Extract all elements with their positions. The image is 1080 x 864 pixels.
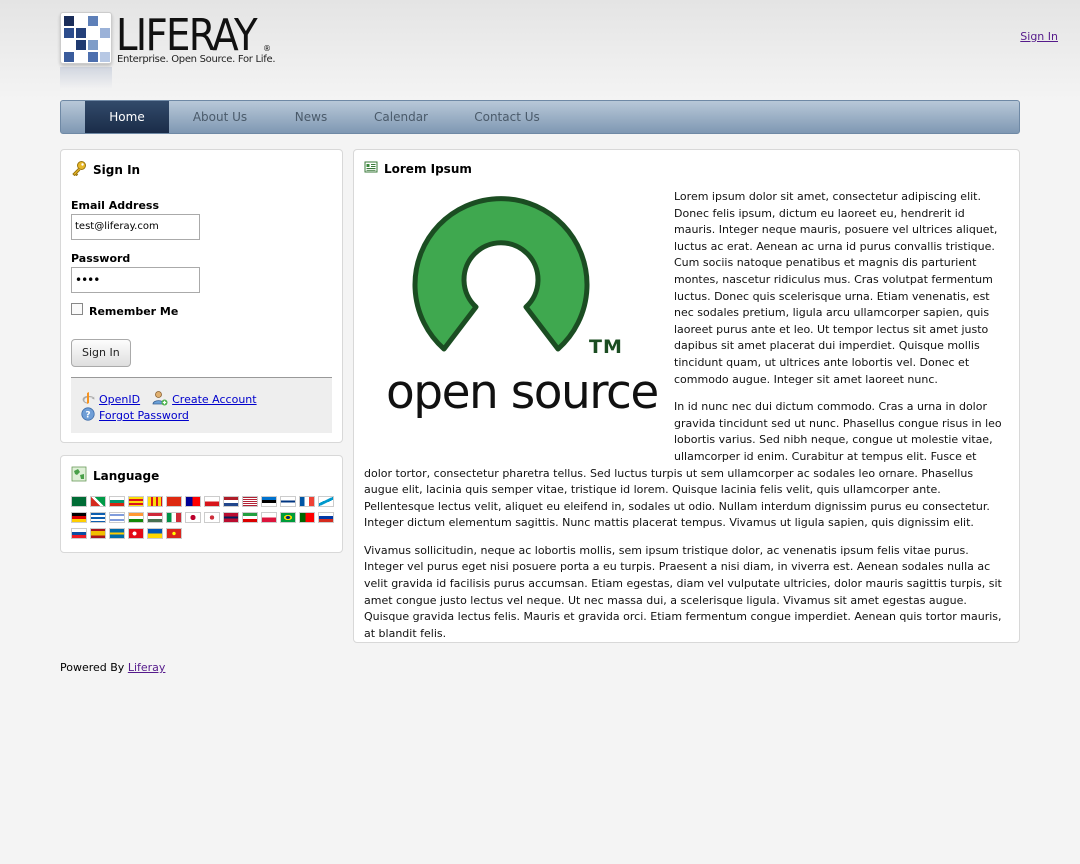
nav-item-contact-us[interactable]: Contact Us [465,101,549,133]
sign-in-portlet-title: Sign In [71,160,140,179]
liferay-logo[interactable]: LIFERAY ® Enterprise. Open Source. For L… [60,10,276,92]
flag-bulgarian-icon[interactable] [109,496,125,507]
nav-item-about-us[interactable]: About Us [179,101,261,133]
logo-registered-mark: ® [263,44,271,53]
help-icon: ? [81,407,95,424]
liferay-footer-link[interactable]: Liferay [128,661,166,674]
sign-in-links-panel: OpenID Create Account ? Forgot Password [71,377,332,433]
flag-korean-icon[interactable] [204,512,220,523]
article-title-text: Lorem Ipsum [384,161,472,176]
flag-polish-icon[interactable] [261,512,277,523]
main-navigation: Home About Us News Calendar Contact Us [60,100,1020,134]
open-source-logo: TM open source [364,189,668,449]
flag-czech-icon[interactable] [204,496,220,507]
article-portlet: Lorem Ipsum TM open source Lorem ipsum d… [353,149,1020,643]
remember-me-label: Remember Me [89,305,179,318]
flag-finnish-icon[interactable] [280,496,296,507]
sign-in-title-text: Sign In [93,162,141,177]
flag-greek-icon[interactable] [90,512,106,523]
email-label: Email Address [71,199,160,212]
logo-reflection [60,67,112,89]
openid-link[interactable]: OpenID [99,393,140,406]
flag-norwegian-icon[interactable] [223,512,239,523]
flag-slovak-icon[interactable] [71,528,87,539]
open-source-tm: TM [589,336,623,358]
flag-chinese-tw-icon[interactable] [185,496,201,507]
openid-icon [81,391,95,408]
flag-german-icon[interactable] [71,512,87,523]
key-icon [71,160,87,179]
flag-portuguese-br-icon[interactable] [280,512,296,523]
flag-estonian-icon[interactable] [261,496,277,507]
journal-article-icon [364,160,378,177]
flag-japanese-icon[interactable] [185,512,201,523]
password-label: Password [71,252,131,265]
flag-portuguese-pt-icon[interactable] [299,512,315,523]
email-input[interactable]: test@liferay.com [71,214,200,240]
flag-vietnamese-icon[interactable] [166,528,182,539]
flag-hebrew-icon[interactable] [109,512,125,523]
article-body: TM open source Lorem ipsum dolor sit ame… [364,189,1007,653]
nav-item-calendar[interactable]: Calendar [361,101,441,133]
flag-italian-icon[interactable] [166,512,182,523]
powered-by-text: Powered By [60,661,125,674]
globe-icon [71,466,87,485]
flag-spanish-icon[interactable] [90,528,106,539]
flag-turkish-icon[interactable] [128,528,144,539]
flag-catalan-icon[interactable] [128,496,144,507]
logo-mosaic-icon [60,12,112,64]
article-portlet-title: Lorem Ipsum [364,160,472,177]
create-account-link[interactable]: Create Account [172,393,256,406]
logo-tagline: Enterprise. Open Source. For Life. [117,54,276,65]
flag-french-icon[interactable] [299,496,315,507]
powered-by: Powered By Liferay [60,661,165,674]
flag-dutch-icon[interactable] [223,496,239,507]
flag-chinese-cn-icon[interactable] [166,496,182,507]
flag-english-icon[interactable] [242,496,258,507]
flag-russian-icon[interactable] [318,512,334,523]
flag-swedish-icon[interactable] [109,528,125,539]
flag-catalan-alt-icon[interactable] [147,496,163,507]
flag-galician-icon[interactable] [318,496,334,507]
flag-hungarian-icon[interactable] [147,512,163,523]
flag-basque-icon[interactable] [90,496,106,507]
nav-item-home[interactable]: Home [85,101,169,133]
sign-in-submit-button[interactable]: Sign In [71,339,131,367]
nav-item-news[interactable]: News [281,101,341,133]
article-paragraph-3: Vivamus sollicitudin, neque ac lobortis … [364,543,1002,640]
language-title-text: Language [93,468,160,483]
flag-ukrainian-icon[interactable] [147,528,163,539]
svg-text:?: ? [85,411,90,421]
language-portlet: Language [60,455,343,553]
language-portlet-title: Language [71,466,159,485]
password-input[interactable]: •••• [71,267,200,293]
forgot-password-link[interactable]: Forgot Password [99,409,189,422]
sign-in-portlet: Sign In Email Address test@liferay.com P… [60,149,343,443]
open-source-wordmark: open source [386,365,659,420]
flag-arabic-icon[interactable] [71,496,87,507]
flag-persian-icon[interactable] [242,512,258,523]
flag-hindi-icon[interactable] [128,512,144,523]
remember-me-checkbox[interactable] [71,303,83,315]
header-sign-in-link[interactable]: Sign In [1020,30,1058,43]
